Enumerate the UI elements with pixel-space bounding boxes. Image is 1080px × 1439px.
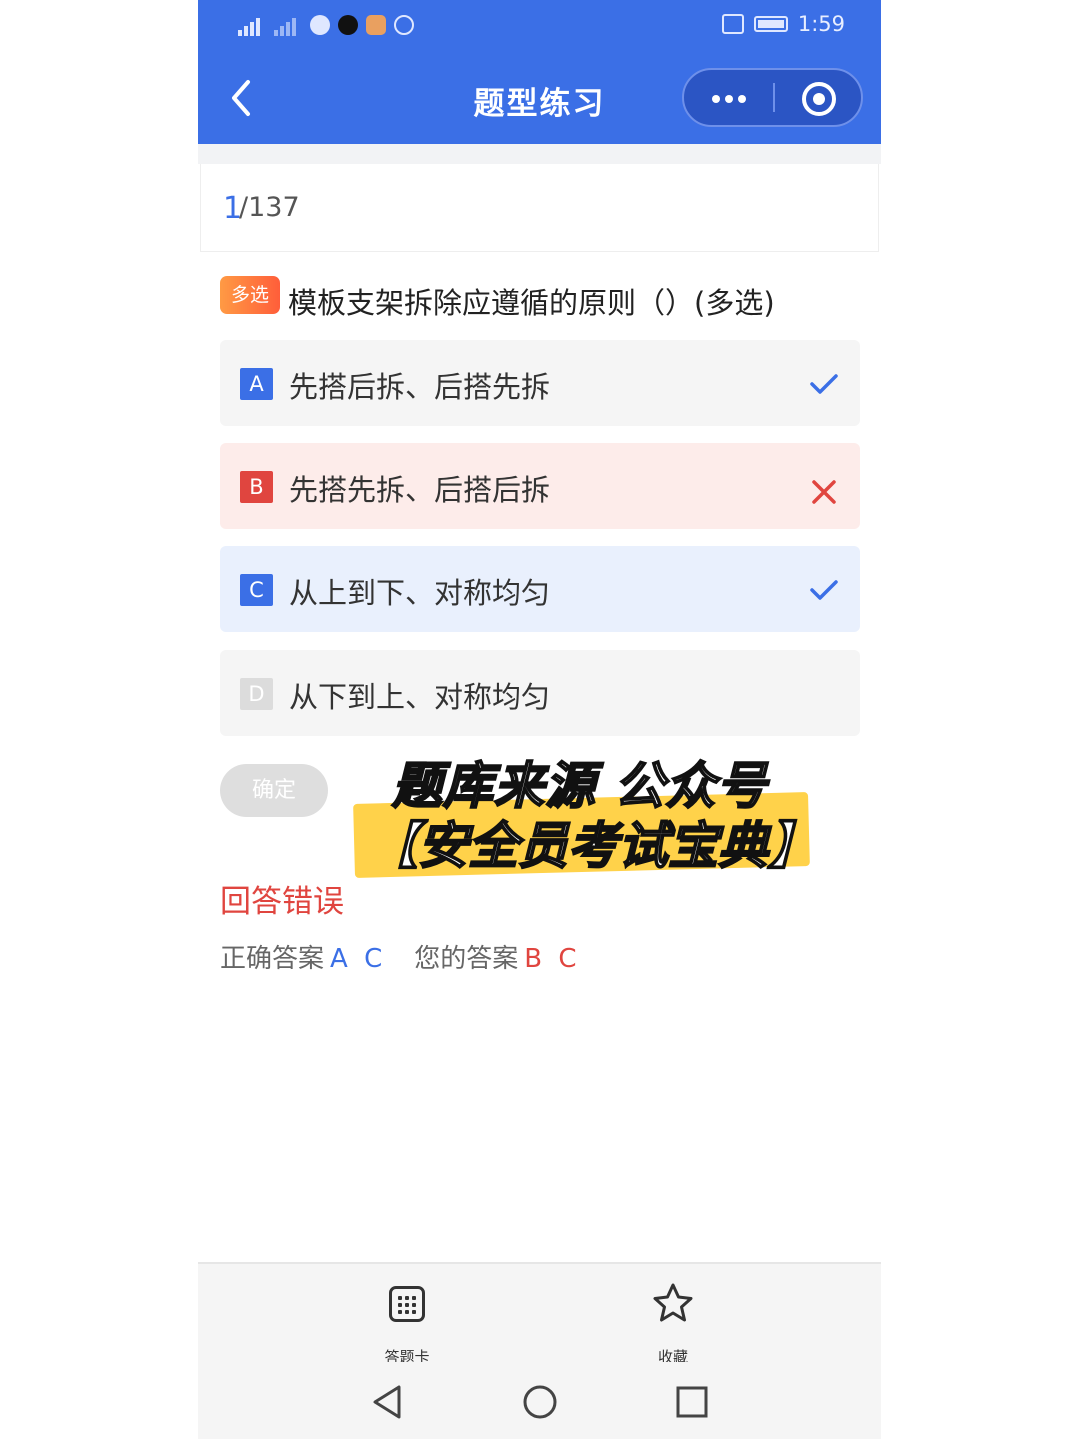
your-answer-label: 您的答案 [414, 944, 519, 974]
option-c[interactable]: C 从上到下、对称均匀 [220, 546, 860, 632]
option-text: 从上到下、对称均匀 [289, 576, 551, 610]
correct-answer-label: 正确答案 [220, 944, 325, 974]
phone-screen: 1:59 题型练习 1 /137 多选 模板支架拆除应遵循的原则（）(多选) A… [198, 0, 881, 1439]
option-text: 先搭后拆、后搭先拆 [289, 370, 551, 404]
tiktok-icon [338, 15, 358, 35]
system-back-icon[interactable] [369, 1382, 409, 1422]
status-time: 1:59 [797, 12, 845, 36]
answer-summary: 正确答案 A C 您的答案 B C [220, 938, 581, 975]
question-text: 模板支架拆除应遵循的原则（）(多选) [288, 286, 775, 320]
answer-result-status: 回答错误 [220, 884, 344, 920]
system-home-icon[interactable] [520, 1382, 560, 1422]
status-right-icons: 1:59 [721, 12, 845, 36]
option-a[interactable]: A 先搭后拆、后搭先拆 [220, 340, 860, 426]
option-letter: C [240, 574, 273, 606]
question-progress: 1 /137 [200, 164, 879, 252]
option-letter: A [240, 368, 273, 400]
miniprogram-capsule [682, 68, 863, 127]
system-navigation-bar [198, 1362, 881, 1439]
system-recents-icon[interactable] [672, 1382, 712, 1422]
overlay-line-2: 【安全员考试宝典】 [367, 816, 819, 876]
capsule-divider [773, 83, 775, 112]
bottom-toolbar: 答题卡 收藏 [198, 1262, 881, 1366]
signal-2-icon [274, 14, 302, 36]
option-text: 从下到上、对称均匀 [289, 680, 551, 714]
signal-icon [238, 14, 266, 36]
battery-icon [753, 16, 788, 32]
your-answer-value: B C [524, 944, 581, 974]
more-button[interactable] [684, 70, 773, 125]
close-miniprogram-button[interactable] [802, 82, 836, 116]
header-spacer [198, 144, 881, 164]
answer-card-tab[interactable]: 答题卡 [352, 1282, 462, 1366]
option-d[interactable]: D 从下到上、对称均匀 [220, 650, 860, 736]
option-letter: D [240, 678, 273, 710]
top-bar: 1:59 题型练习 [198, 0, 881, 144]
vibrate-icon [721, 14, 744, 34]
chat-icon [394, 15, 414, 35]
correct-answer-value: A C [330, 944, 387, 974]
wechat-icon [310, 15, 330, 35]
option-b[interactable]: B 先搭先拆、后搭后拆 [220, 443, 860, 529]
option-text: 先搭先拆、后搭后拆 [289, 473, 551, 507]
confirm-button[interactable]: 确定 [220, 764, 328, 817]
total-questions: /137 [239, 192, 300, 223]
answer-card-icon [389, 1286, 425, 1322]
favorite-tab[interactable]: 收藏 [618, 1282, 728, 1366]
option-letter: B [240, 471, 273, 503]
cross-icon [812, 480, 836, 504]
check-icon [810, 374, 838, 394]
navigation-bar: 题型练习 [198, 54, 881, 144]
star-icon [653, 1283, 693, 1322]
status-left-icons [238, 14, 414, 36]
status-bar: 1:59 [198, 0, 881, 54]
promo-overlay: 题库来源 公众号 【安全员考试宝典】 [348, 740, 819, 900]
question-type-badge: 多选 [220, 276, 280, 314]
app-icon [366, 15, 386, 35]
check-icon [810, 580, 838, 600]
